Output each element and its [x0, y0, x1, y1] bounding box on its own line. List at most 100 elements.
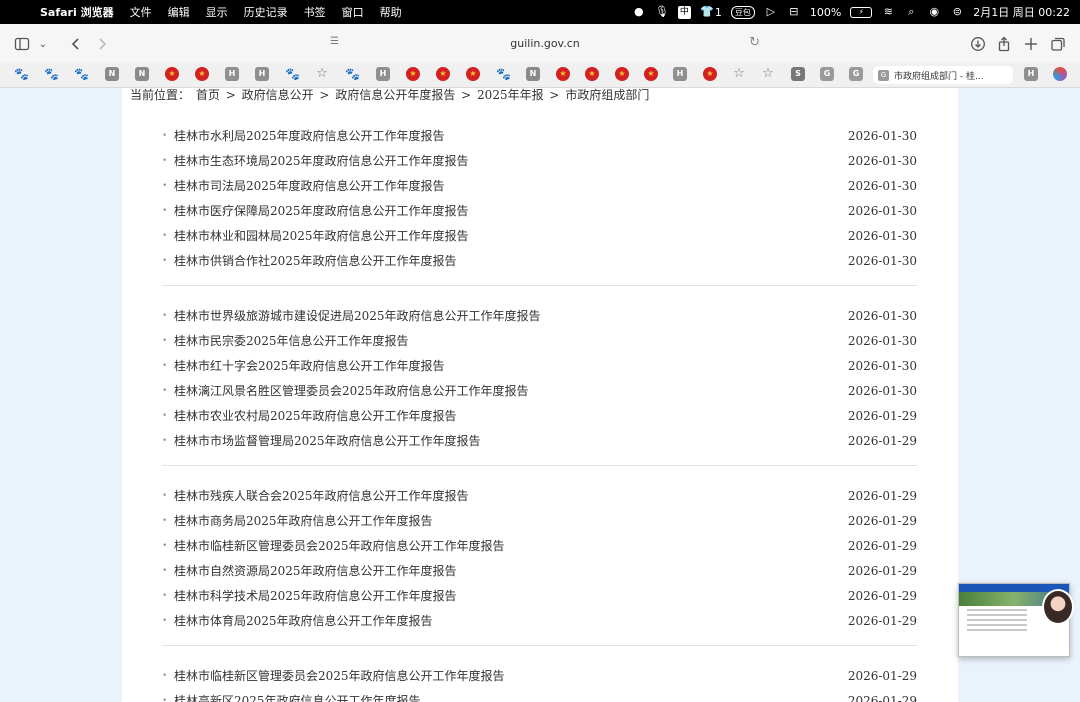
battery-icon[interactable]: ⚡: [850, 6, 873, 18]
back-icon[interactable]: [66, 34, 86, 54]
report-row[interactable]: • 桂林市农业农村局2025年政府信息公开工作年度报告 2026-01-29: [162, 403, 917, 428]
report-row[interactable]: • 桂林市水利局2025年度政府信息公开工作年度报告 2026-01-30: [162, 123, 917, 148]
paw-icon[interactable]: 🐾: [44, 67, 59, 81]
h-icon[interactable]: H: [255, 67, 269, 81]
report-title-link[interactable]: 桂林高新区2025年政府信息公开工作年度报告: [174, 692, 848, 702]
menu-window[interactable]: 窗口: [334, 4, 372, 20]
report-row[interactable]: • 桂林市临桂新区管理委员会2025年政府信息公开工作年度报告 2026-01-29: [162, 533, 917, 558]
date-time[interactable]: 2月1日 周日 00:22: [973, 4, 1070, 20]
wifi-icon[interactable]: ≋: [881, 5, 895, 19]
h-icon[interactable]: H: [376, 67, 390, 81]
breadcrumb-2025[interactable]: 2025年年报: [477, 88, 544, 102]
siri-icon[interactable]: ◉: [927, 5, 941, 19]
star-icon[interactable]: ☆: [315, 67, 329, 81]
report-title-link[interactable]: 桂林市科学技术局2025年政府信息公开工作年度报告: [174, 587, 848, 604]
star-icon[interactable]: ☆: [761, 67, 775, 81]
menu-help[interactable]: 帮助: [372, 4, 410, 20]
chevron-down-icon[interactable]: ⌄: [33, 34, 53, 54]
report-title-link[interactable]: 桂林漓江风景名胜区管理委员会2025年政府信息公开工作年度报告: [174, 382, 848, 399]
report-title-link[interactable]: 桂林市临桂新区管理委员会2025年政府信息公开工作年度报告: [174, 667, 848, 684]
report-row[interactable]: • 桂林市残疾人联合会2025年政府信息公开工作年度报告 2026-01-29: [162, 483, 917, 508]
paw-icon[interactable]: 🐾: [14, 67, 29, 81]
breadcrumb-home[interactable]: 首页: [196, 88, 220, 102]
report-row[interactable]: • 桂林市生态环境局2025年度政府信息公开工作年度报告 2026-01-30: [162, 148, 917, 173]
emblem-icon[interactable]: ★: [195, 67, 209, 81]
menu-history[interactable]: 历史记录: [236, 4, 296, 20]
report-title-link[interactable]: 桂林市供销合作社2025年政府信息公开工作年度报告: [174, 252, 848, 269]
star-icon[interactable]: ☆: [732, 67, 746, 81]
emblem-icon[interactable]: ★: [165, 67, 179, 81]
report-row[interactable]: • 桂林市世界级旅游城市建设促进局2025年政府信息公开工作年度报告 2026-01…: [162, 303, 917, 328]
paw-icon[interactable]: 🐾: [74, 67, 89, 81]
sidebar-icon[interactable]: [12, 34, 32, 54]
report-title-link[interactable]: 桂林市红十字会2025年政府信息公开工作年度报告: [174, 357, 848, 374]
g-icon[interactable]: G: [820, 67, 834, 81]
report-title-link[interactable]: 桂林市农业农村局2025年政府信息公开工作年度报告: [174, 407, 848, 424]
report-row[interactable]: • 桂林市市场监督管理局2025年政府信息公开工作年度报告 2026-01-29: [162, 428, 917, 453]
report-row[interactable]: • 桂林市红十字会2025年政府信息公开工作年度报告 2026-01-30: [162, 353, 917, 378]
report-title-link[interactable]: 桂林市世界级旅游城市建设促进局2025年政府信息公开工作年度报告: [174, 307, 848, 324]
report-title-link[interactable]: 桂林市生态环境局2025年度政府信息公开工作年度报告: [174, 152, 848, 169]
paw-icon[interactable]: 🐾: [345, 67, 360, 81]
report-title-link[interactable]: 桂林市林业和园林局2025年政府信息公开工作年度报告: [174, 227, 848, 244]
menu-edit[interactable]: 编辑: [160, 4, 198, 20]
reload-icon[interactable]: ↻: [749, 35, 760, 50]
menu-file[interactable]: 文件: [122, 4, 160, 20]
share-icon[interactable]: [994, 34, 1014, 54]
report-row[interactable]: • 桂林市体育局2025年政府信息公开工作年度报告 2026-01-29: [162, 608, 917, 633]
emblem-icon[interactable]: ★: [615, 67, 629, 81]
h-icon[interactable]: H: [1024, 67, 1038, 81]
assistant-avatar[interactable]: [1042, 589, 1074, 625]
report-row[interactable]: • 桂林市临桂新区管理委员会2025年政府信息公开工作年度报告 2026-01-29: [162, 663, 917, 688]
active-favorite-tab[interactable]: G 市政府组成部门 - 桂...: [873, 66, 1013, 84]
emblem-icon[interactable]: ★: [644, 67, 658, 81]
forward-icon[interactable]: [92, 34, 112, 54]
report-title-link[interactable]: 桂林市临桂新区管理委员会2025年政府信息公开工作年度报告: [174, 537, 848, 554]
report-row[interactable]: • 桂林漓江风景名胜区管理委员会2025年政府信息公开工作年度报告 2026-01-…: [162, 378, 917, 403]
emblem-icon[interactable]: ★: [585, 67, 599, 81]
report-title-link[interactable]: 桂林市民宗委2025年信息公开工作年度报告: [174, 332, 848, 349]
url-text[interactable]: guilin.gov.cn: [510, 37, 579, 50]
report-row[interactable]: • 桂林市民宗委2025年信息公开工作年度报告 2026-01-30: [162, 328, 917, 353]
report-title-link[interactable]: 桂林市水利局2025年度政府信息公开工作年度报告: [174, 127, 848, 144]
report-title-link[interactable]: 桂林市自然资源局2025年政府信息公开工作年度报告: [174, 562, 848, 579]
n-icon[interactable]: N: [526, 67, 540, 81]
report-title-link[interactable]: 桂林市市场监督管理局2025年政府信息公开工作年度报告: [174, 432, 848, 449]
paw-icon[interactable]: 🐾: [285, 67, 300, 81]
emblem-icon[interactable]: ★: [436, 67, 450, 81]
report-row[interactable]: • 桂林市自然资源局2025年政府信息公开工作年度报告 2026-01-29: [162, 558, 917, 583]
new-tab-icon[interactable]: [1021, 34, 1041, 54]
emblem-icon[interactable]: ★: [466, 67, 480, 81]
menu-view[interactable]: 显示: [198, 4, 236, 20]
report-row[interactable]: • 桂林市供销合作社2025年政府信息公开工作年度报告 2026-01-30: [162, 248, 917, 273]
shirt-icon[interactable]: 👕: [700, 5, 714, 19]
play-icon[interactable]: ▷: [764, 5, 778, 19]
search-icon[interactable]: ⌕: [904, 5, 918, 19]
report-title-link[interactable]: 桂林市商务局2025年政府信息公开工作年度报告: [174, 512, 848, 529]
report-row[interactable]: • 桂林市商务局2025年政府信息公开工作年度报告 2026-01-29: [162, 508, 917, 533]
microphone-icon[interactable]: 🎙: [655, 5, 669, 19]
report-row[interactable]: • 桂林市林业和园林局2025年政府信息公开工作年度报告 2026-01-30: [162, 223, 917, 248]
h-icon[interactable]: H: [225, 67, 239, 81]
report-row[interactable]: • 桂林市司法局2025年度政府信息公开工作年度报告 2026-01-30: [162, 173, 917, 198]
breadcrumb-annual-reports[interactable]: 政府信息公开年度报告: [335, 88, 455, 102]
report-row[interactable]: • 桂林市科学技术局2025年政府信息公开工作年度报告 2026-01-29: [162, 583, 917, 608]
emblem-icon[interactable]: ★: [556, 67, 570, 81]
address-bar[interactable]: ☰ guilin.gov.cn ↻: [330, 32, 760, 54]
extension-icon[interactable]: [1053, 67, 1067, 81]
menu-app-name[interactable]: Safari 浏览器: [38, 4, 122, 20]
report-row[interactable]: • 桂林高新区2025年政府信息公开工作年度报告 2026-01-29: [162, 688, 917, 702]
h-icon[interactable]: H: [673, 67, 687, 81]
download-icon[interactable]: [968, 34, 988, 54]
emblem-icon[interactable]: ★: [406, 67, 420, 81]
emblem-icon[interactable]: ★: [703, 67, 717, 81]
input-method-indicator[interactable]: 中: [677, 5, 691, 19]
menu-bookmarks[interactable]: 书签: [296, 4, 334, 20]
report-title-link[interactable]: 桂林市司法局2025年度政府信息公开工作年度报告: [174, 177, 848, 194]
control-center-icon[interactable]: ⊜: [950, 5, 964, 19]
report-title-link[interactable]: 桂林市体育局2025年政府信息公开工作年度报告: [174, 612, 848, 629]
tab-overview-icon[interactable]: [1048, 34, 1068, 54]
breadcrumb-departments[interactable]: 市政府组成部门: [565, 88, 649, 102]
g-icon[interactable]: G: [849, 67, 863, 81]
n-icon[interactable]: N: [135, 67, 149, 81]
